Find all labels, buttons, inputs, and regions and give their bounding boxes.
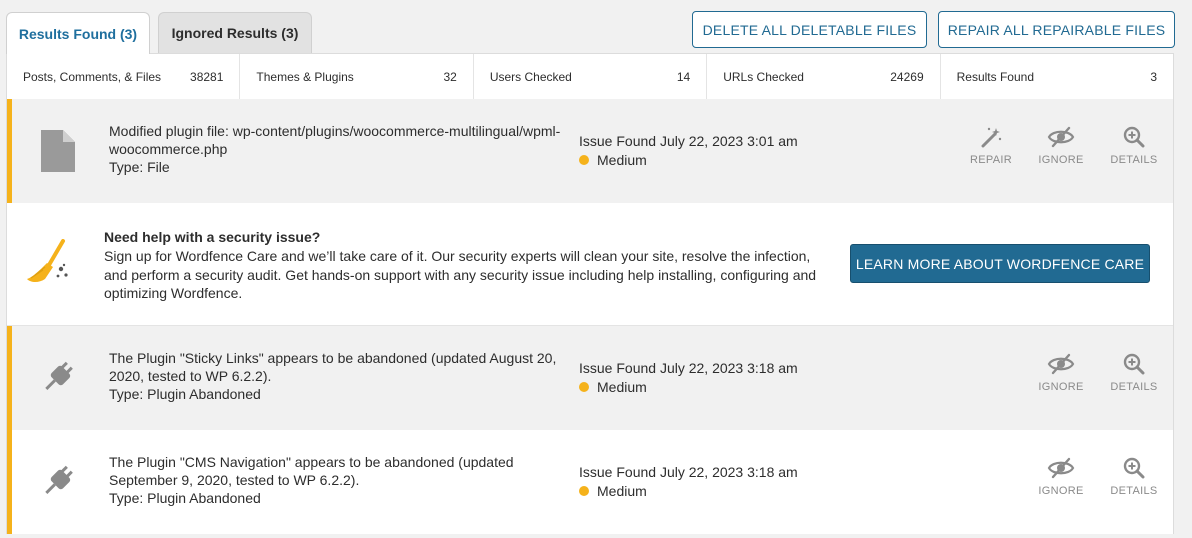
learn-more-wordfence-care-button[interactable]: LEARN MORE ABOUT WORDFENCE CARE <box>850 244 1150 283</box>
stat-posts-comments-files: Posts, Comments, & Files 38281 <box>7 54 241 99</box>
issue-severity: Medium <box>579 482 798 501</box>
details-action[interactable]: DETAILS <box>1104 126 1164 166</box>
plug-icon <box>38 356 78 400</box>
ignore-action[interactable]: IGNORE <box>1031 126 1091 166</box>
issue-description: Modified plugin file: wp-content/plugins… <box>109 122 569 176</box>
details-label: DETAILS <box>1110 485 1158 497</box>
issue-title: Modified plugin file: wp-content/plugins… <box>109 123 561 157</box>
details-action[interactable]: DETAILS <box>1104 353 1164 393</box>
ignore-label: IGNORE <box>1038 381 1084 393</box>
wordfence-care-promo: Need help with a security issue? Sign up… <box>7 203 1173 326</box>
zoom-in-icon <box>1123 353 1145 375</box>
severity-label: Medium <box>597 483 647 499</box>
results-panel: Posts, Comments, & Files 38281 Themes & … <box>6 53 1174 534</box>
stat-value: 38281 <box>190 69 224 84</box>
stat-results-found: Results Found 3 <box>941 54 1173 99</box>
stat-label: Themes & Plugins <box>256 69 354 84</box>
issue-description: The Plugin "CMS Navigation" appears to b… <box>109 453 569 507</box>
issue-found-date: Issue Found July 22, 2023 3:18 am <box>579 360 798 376</box>
broom-icon <box>25 239 73 290</box>
eye-slash-icon <box>1047 457 1075 479</box>
issue-row-modified-file: Modified plugin file: wp-content/plugins… <box>7 99 1173 203</box>
issue-type: Type: Plugin Abandoned <box>109 386 261 402</box>
severity-dot-icon <box>579 155 589 166</box>
severity-label: Medium <box>597 379 647 395</box>
tab-ignored-results[interactable]: Ignored Results (3) <box>158 12 312 53</box>
eye-slash-icon <box>1047 126 1075 148</box>
issue-severity: Medium <box>579 151 798 170</box>
stat-label: Posts, Comments, & Files <box>23 69 162 84</box>
stat-value: 32 <box>443 69 457 84</box>
stat-users-checked: Users Checked 14 <box>474 54 708 99</box>
issue-description: The Plugin "Sticky Links" appears to be … <box>109 349 569 403</box>
issue-found-date: Issue Found July 22, 2023 3:18 am <box>579 464 798 480</box>
issue-found-info: Issue Found July 22, 2023 3:18 am Medium <box>579 463 798 501</box>
details-label: DETAILS <box>1110 154 1158 166</box>
scan-stats-bar: Posts, Comments, & Files 38281 Themes & … <box>7 54 1173 100</box>
tab-results-found[interactable]: Results Found (3) <box>6 12 150 54</box>
details-action[interactable]: DETAILS <box>1104 457 1164 497</box>
plug-icon <box>38 460 78 504</box>
stat-themes-plugins: Themes & Plugins 32 <box>240 54 474 99</box>
ignore-action[interactable]: IGNORE <box>1031 353 1091 393</box>
severity-label: Medium <box>597 152 647 168</box>
stat-label: Users Checked <box>489 69 572 84</box>
issue-type: Type: File <box>109 159 170 175</box>
stat-value: 14 <box>676 69 691 84</box>
stat-urls-checked: URLs Checked 24269 <box>707 54 941 99</box>
issue-title: The Plugin "CMS Navigation" appears to b… <box>109 454 514 488</box>
repair-label: REPAIR <box>970 154 1012 166</box>
issue-found-info: Issue Found July 22, 2023 3:18 am Medium <box>579 359 798 397</box>
stat-value: 3 <box>1150 69 1158 84</box>
ignore-action[interactable]: IGNORE <box>1031 457 1091 497</box>
issue-row-sticky-links: The Plugin "Sticky Links" appears to be … <box>7 326 1173 430</box>
severity-dot-icon <box>579 382 589 393</box>
file-icon <box>38 129 78 173</box>
care-description: Sign up for Wordfence Care and we’ll tak… <box>104 248 817 301</box>
issue-found-info: Issue Found July 22, 2023 3:01 am Medium <box>579 132 798 170</box>
issue-found-date: Issue Found July 22, 2023 3:01 am <box>579 133 798 149</box>
stat-value: 24269 <box>890 69 924 84</box>
issue-type: Type: Plugin Abandoned <box>109 490 261 506</box>
stat-label: URLs Checked <box>723 69 804 84</box>
repair-action[interactable]: REPAIR <box>961 126 1021 166</box>
ignore-label: IGNORE <box>1038 154 1084 166</box>
zoom-in-icon <box>1123 126 1145 148</box>
severity-dot-icon <box>579 486 589 497</box>
details-label: DETAILS <box>1110 381 1158 393</box>
issue-severity: Medium <box>579 378 798 397</box>
stat-label: Results Found <box>956 69 1034 84</box>
delete-all-deletable-files-button[interactable]: DELETE ALL DELETABLE FILES <box>692 11 927 48</box>
repair-all-repairable-files-button[interactable]: REPAIR ALL REPAIRABLE FILES <box>938 11 1175 48</box>
care-title: Need help with a security issue? <box>104 229 321 245</box>
issue-title: The Plugin "Sticky Links" appears to be … <box>109 350 557 384</box>
ignore-label: IGNORE <box>1038 485 1084 497</box>
issue-row-cms-navigation: The Plugin "CMS Navigation" appears to b… <box>7 430 1173 534</box>
eye-slash-icon <box>1047 353 1075 375</box>
magic-wand-icon <box>981 127 1002 148</box>
zoom-in-icon <box>1123 457 1145 479</box>
